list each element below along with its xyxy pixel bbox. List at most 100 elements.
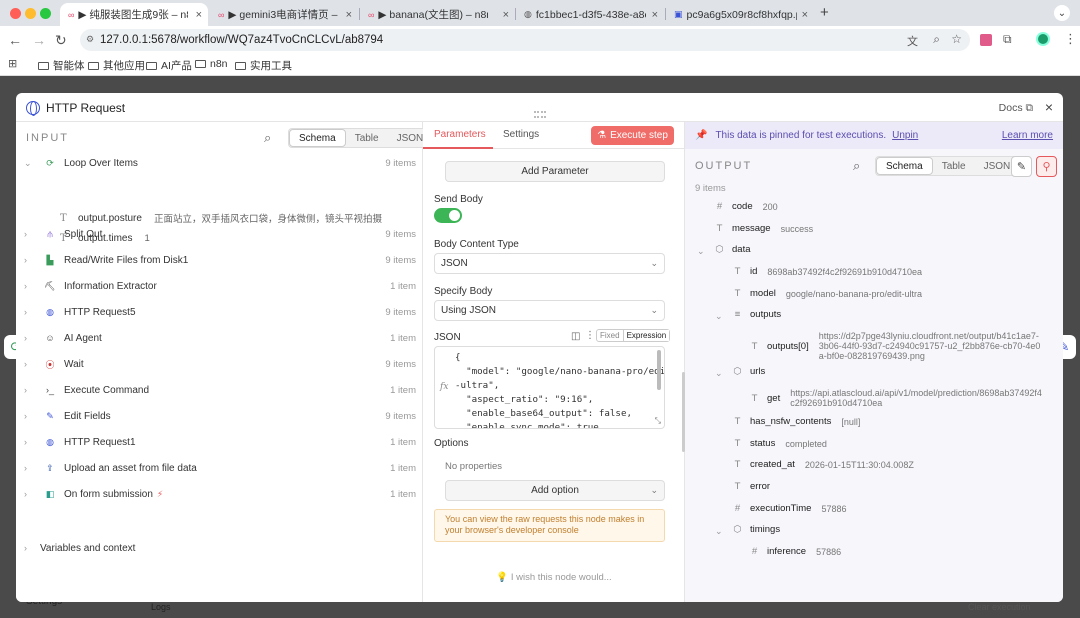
output-field-key[interactable]: data — [732, 244, 751, 255]
apps-grid-icon[interactable]: ⊞ — [8, 57, 17, 70]
maximize-window-button[interactable] — [40, 8, 51, 19]
url-field[interactable]: ⚙ 127.0.0.1:5678/workflow/WQ7az4TvoCnCLC… — [80, 29, 970, 51]
input-node-row[interactable]: › ◧ On form submission ⚡ 1 item — [24, 484, 416, 504]
background-logs-label[interactable]: Logs — [151, 602, 171, 612]
back-icon[interactable]: ← — [8, 32, 22, 48]
output-field-key[interactable]: executionTime — [750, 503, 811, 514]
input-node-row[interactable]: › ☺ AI Agent 1 item — [24, 328, 416, 348]
unpin-button[interactable]: ⚲ — [1036, 156, 1057, 177]
menu-dots-icon[interactable]: ⋮ — [1064, 31, 1077, 47]
close-tab-icon[interactable]: × — [802, 9, 808, 21]
view-table-tab[interactable]: Table — [346, 129, 388, 147]
view-schema-tab[interactable]: Schema — [289, 129, 346, 147]
search-icon[interactable]: ⌕ — [853, 158, 860, 174]
input-node-row[interactable]: › ⛏ Information Extractor 1 item — [24, 276, 416, 296]
output-field-key[interactable]: inference — [767, 546, 806, 557]
output-field-key[interactable]: code — [732, 201, 753, 212]
output-field-key[interactable]: outputs[0] — [767, 341, 809, 352]
input-node-row[interactable]: › ⇪ Upload an asset from file data 1 item — [24, 458, 416, 478]
chevron-right-icon[interactable]: › — [24, 437, 36, 447]
docs-link[interactable]: Docs ⧉ — [999, 102, 1033, 115]
execute-step-button[interactable]: ⚗ Execute step — [591, 126, 674, 145]
expand-editor-icon[interactable]: ◫ — [571, 331, 580, 342]
browser-tab-3[interactable]: ∞ ▶ banana(文生图) – n8n × — [360, 3, 515, 26]
new-tab-icon[interactable]: + — [820, 4, 829, 21]
view-schema-tab[interactable]: Schema — [876, 157, 933, 175]
chevron-right-icon[interactable]: › — [24, 489, 36, 499]
chevron-right-icon[interactable]: › — [24, 333, 36, 343]
bookmark-tools[interactable]: 实用工具 — [235, 58, 292, 73]
chevron-down-icon[interactable]: ⌄ — [715, 368, 723, 379]
site-info-icon[interactable]: ⚙ — [86, 34, 94, 45]
bookmark-n8n[interactable]: n8n — [195, 58, 228, 70]
output-field-key[interactable]: status — [750, 438, 775, 449]
extension-icon[interactable] — [980, 34, 992, 46]
output-field-key[interactable]: get — [767, 393, 780, 404]
add-parameter-button[interactable]: Add Parameter — [445, 161, 665, 182]
input-node-row[interactable]: › ⦿ Wait 9 items — [24, 354, 416, 374]
extensions-puzzle-icon[interactable]: ⧉ — [1003, 32, 1012, 47]
chevron-right-icon[interactable]: › — [24, 411, 36, 421]
chevron-right-icon[interactable]: › — [24, 307, 36, 317]
drag-handle-icon[interactable] — [534, 111, 546, 118]
output-field-key[interactable]: urls — [750, 366, 765, 377]
bookmark-ai-products[interactable]: AI产品 — [146, 58, 192, 73]
output-field-key[interactable]: id — [750, 266, 757, 277]
output-field-key[interactable]: created_at — [750, 459, 795, 470]
forward-icon[interactable]: → — [32, 32, 46, 48]
bookmark-other-apps[interactable]: 其他应用 — [88, 58, 145, 73]
edit-output-button[interactable]: ✎ — [1011, 156, 1032, 177]
profile-avatar[interactable] — [1036, 32, 1050, 46]
chevron-right-icon[interactable]: › — [24, 463, 36, 473]
tab-parameters[interactable]: Parameters — [434, 129, 486, 140]
output-field-key[interactable]: error — [750, 481, 770, 492]
input-node-row[interactable]: › ✎ Edit Fields 9 items — [24, 406, 416, 426]
learn-more-link[interactable]: Learn more — [1002, 130, 1053, 141]
search-icon[interactable]: ⌕ — [264, 130, 271, 146]
chevron-right-icon[interactable]: › — [24, 255, 36, 265]
more-options-icon[interactable]: ⋮ — [585, 330, 595, 341]
output-field-key[interactable]: timings — [750, 524, 780, 535]
json-body-editor[interactable]: fx { "model": "google/nano-banana-pro/ed… — [434, 346, 665, 429]
close-tab-icon[interactable]: × — [503, 9, 509, 21]
chevron-down-icon[interactable]: ⌄ — [697, 246, 705, 257]
add-option-select[interactable]: Add option ⌄ — [445, 480, 665, 501]
browser-tab-2[interactable]: ∞ ▶ gemini3电商详情页 – n8n × — [210, 3, 358, 26]
chevron-down-icon[interactable]: ⌄ — [715, 526, 723, 537]
browser-tab-4[interactable]: ◍ fc1bbec1-d3f5-438e-a8e7-0 × — [516, 3, 664, 26]
editor-scrollbar[interactable] — [657, 350, 661, 390]
unpin-link[interactable]: Unpin — [892, 130, 918, 141]
output-field-key[interactable]: message — [732, 223, 771, 234]
view-table-tab[interactable]: Table — [933, 157, 975, 175]
chevron-right-icon[interactable]: › — [24, 229, 36, 239]
variables-context-row[interactable]: › Variables and context — [24, 538, 416, 558]
close-icon[interactable]: × — [1045, 99, 1053, 115]
mode-expression-tab[interactable]: Expression — [622, 330, 670, 341]
input-node-row[interactable]: ⌄ ⟳ Loop Over Items 9 items — [24, 153, 416, 173]
background-clear-execution[interactable]: Clear execution — [968, 602, 1031, 612]
specify-body-select[interactable]: Using JSON ⌄ — [434, 300, 665, 321]
send-body-toggle[interactable] — [434, 208, 462, 223]
tab-settings[interactable]: Settings — [503, 129, 539, 140]
browser-tab-5[interactable]: ▣ pc9a6g5x09r8cf8hxfqp.png × — [666, 3, 814, 26]
bookmark-agents[interactable]: 智能体 — [38, 58, 85, 73]
translate-icon[interactable]: 文 — [907, 33, 918, 49]
input-node-row[interactable]: › ◍ HTTP Request5 9 items — [24, 302, 416, 322]
bookmark-star-icon[interactable]: ☆ — [951, 32, 962, 46]
output-field-key[interactable]: has_nsfw_contents — [750, 416, 831, 427]
input-node-row[interactable]: › ▙ Read/Write Files from Disk1 9 items — [24, 250, 416, 270]
resize-icon[interactable]: ⤡ — [655, 416, 661, 426]
input-node-row[interactable]: › ›_ Execute Command 1 item — [24, 380, 416, 400]
feedback-link[interactable]: 💡 I wish this node would... — [423, 572, 685, 583]
mode-fixed-tab[interactable]: Fixed — [597, 330, 623, 341]
tab-search-icon[interactable]: ⌄ — [1054, 5, 1070, 21]
browser-tab-1[interactable]: ∞ ▶ 纯服装图生成9张 – n8n × — [60, 3, 208, 26]
output-field-key[interactable]: outputs — [750, 309, 781, 320]
input-node-row[interactable]: › ◍ HTTP Request1 1 item — [24, 432, 416, 452]
close-window-button[interactable] — [10, 8, 21, 19]
chevron-right-icon[interactable]: › — [24, 281, 36, 291]
close-tab-icon[interactable]: × — [196, 9, 202, 21]
body-content-type-select[interactable]: JSON ⌄ — [434, 253, 665, 274]
chevron-right-icon[interactable]: › — [24, 385, 36, 395]
output-field-key[interactable]: model — [750, 288, 776, 299]
